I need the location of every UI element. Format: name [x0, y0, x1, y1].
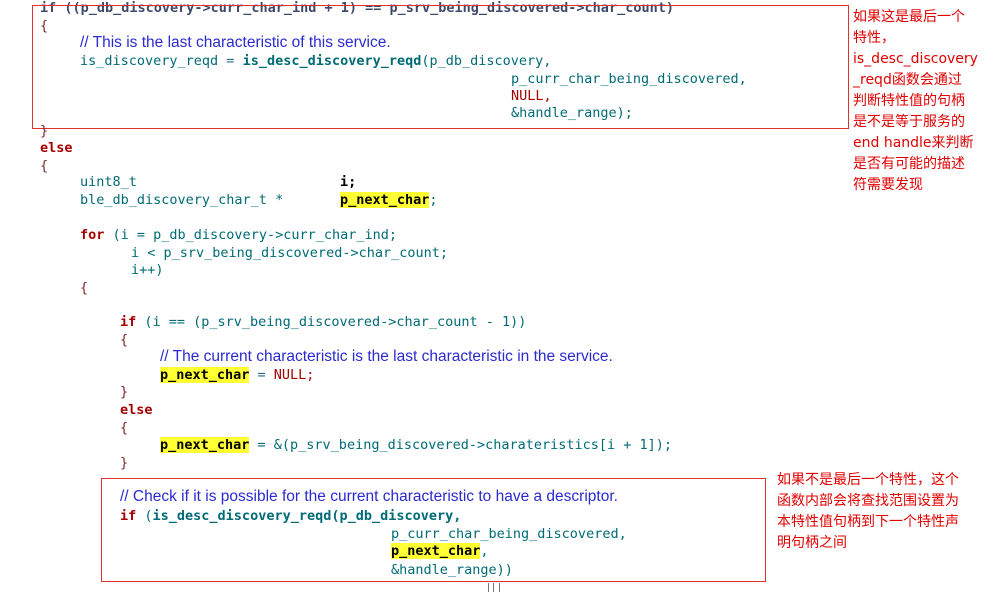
brace-open-for: {: [80, 280, 89, 296]
highlight-next-char-decl: p_next_char: [340, 192, 430, 208]
keyword-if: if: [120, 314, 137, 330]
value-null: NULL;: [273, 367, 315, 383]
annotation-top-line: 特性，: [853, 30, 895, 46]
code-line-next-null: p_next_char = NULL;: [160, 367, 314, 384]
for-increment: i++): [131, 262, 164, 278]
type-uint8: uint8_t: [80, 174, 137, 190]
annotation-top-line: end handle来判断: [853, 135, 974, 151]
keyword-if-desc: if: [120, 508, 137, 524]
arg-null: NULL,: [511, 88, 552, 104]
highlight-next-char-arg: p_next_char: [391, 543, 481, 559]
var-is-discovery-reqd: is_discovery_reqd: [80, 53, 219, 69]
annotation-top-line: 判断特性值的句柄: [853, 93, 965, 109]
arg-curr-char: p_curr_char_being_discovered,: [511, 71, 747, 87]
brace-close-if: }: [120, 384, 129, 400]
paren-open: (: [136, 508, 153, 524]
brace-open-else-inner: {: [120, 420, 129, 436]
type-char-t: ble_db_discovery_char_t *: [80, 192, 284, 208]
var-i-decl: i;: [340, 174, 356, 191]
comma: ,: [480, 543, 489, 559]
for-condition: i < p_srv_being_discovered->char_count;: [131, 245, 448, 261]
annotation-top-line: is_desc_discovery: [853, 51, 978, 67]
brace-close-else-inner: }: [120, 455, 129, 471]
code-line-uint8: uint8_t: [80, 174, 137, 191]
if-last-condition: (i == (p_srv_being_discovered->char_coun…: [136, 314, 527, 330]
arg-p-db-discovery: (p_db_discovery,: [421, 53, 552, 69]
assign-operator: =: [218, 53, 243, 69]
func-is-desc-discovery-reqd-2: is_desc_discovery_reqd: [152, 508, 332, 524]
annotation-top-line: 是否有可能的描述: [853, 156, 965, 172]
annotation-bottom-line: 明句柄之间: [777, 535, 847, 551]
next-char-expression: = &(p_srv_being_discovered->charateristi…: [249, 437, 673, 453]
annotation-top-line: 符需要发现: [853, 177, 923, 193]
brace-open-if: {: [120, 332, 129, 348]
brace-close: }: [40, 123, 49, 139]
annotation-top-line: 如果这是最后一个: [853, 9, 965, 25]
keyword-for: for: [80, 227, 105, 243]
code-line-next-assign: p_next_char = &(p_srv_being_discovered->…: [160, 437, 672, 454]
code-line-is-discovery-reqd: is_discovery_reqd = is_desc_discovery_re…: [80, 53, 551, 70]
annotation-text-bottom: 如果不是最后一个特性，这个 函数内部会将查找范围设置为 本特性值句柄到下一个特性…: [777, 470, 991, 554]
brace-open-else: {: [40, 158, 49, 174]
assign-operator-2: =: [249, 367, 274, 383]
code-line-for: for (i = p_db_discovery->curr_char_ind;: [80, 227, 397, 244]
code-line-char-type: ble_db_discovery_char_t *: [80, 192, 283, 209]
arg-curr-char-2: p_curr_char_being_discovered,: [391, 526, 627, 542]
annotation-top-line: 是不是等于服务的: [853, 114, 965, 130]
annotation-bottom-line: 本特性值句柄到下一个特性声: [777, 514, 959, 530]
annotation-text-top: 如果这是最后一个 特性， is_desc_discovery _reqd函数会通…: [853, 7, 993, 196]
annotation-bottom-line: 函数内部会将查找范围设置为: [777, 493, 959, 509]
keyword-else: else: [40, 140, 73, 156]
code-line-arg-next-char: p_next_char,: [391, 543, 489, 560]
for-init: (i = p_db_discovery->curr_char_ind;: [104, 227, 397, 243]
func-is-desc-discovery-reqd: is_desc_discovery_reqd: [242, 53, 422, 69]
comment-check-descriptor: // Check if it is possible for the curre…: [120, 488, 618, 505]
code-line-if-desc: if (is_desc_discovery_reqd(p_db_discover…: [120, 508, 461, 525]
arg-handle-range-2: &handle_range)): [391, 562, 513, 578]
comment-current-last: // The current characteristic is the las…: [160, 348, 613, 365]
annotation-top-line: _reqd函数会通过: [853, 72, 962, 88]
arg-handle-range: &handle_range);: [511, 105, 633, 121]
comment-last-characteristic: // This is the last characteristic of th…: [80, 34, 391, 51]
code-line-next-char-decl: p_next_char;: [340, 192, 438, 209]
code-editor[interactable]: if ((p_db_discovery->curr_char_ind + 1) …: [0, 0, 995, 592]
brace-open: {: [40, 18, 49, 34]
arg-p-db-discovery-2: (p_db_discovery,: [331, 508, 462, 524]
annotation-bottom-line: 如果不是最后一个特性，这个: [777, 472, 959, 488]
var-i: i;: [340, 174, 357, 190]
highlight-next-char-assign: p_next_char: [160, 437, 250, 453]
highlight-next-char-null: p_next_char: [160, 367, 250, 383]
keyword-else-inner: else: [120, 402, 153, 418]
semicolon: ;: [429, 192, 438, 208]
code-line-if-last: if (i == (p_srv_being_discovered->char_c…: [120, 314, 526, 331]
resize-grip-icon[interactable]: [488, 583, 500, 592]
